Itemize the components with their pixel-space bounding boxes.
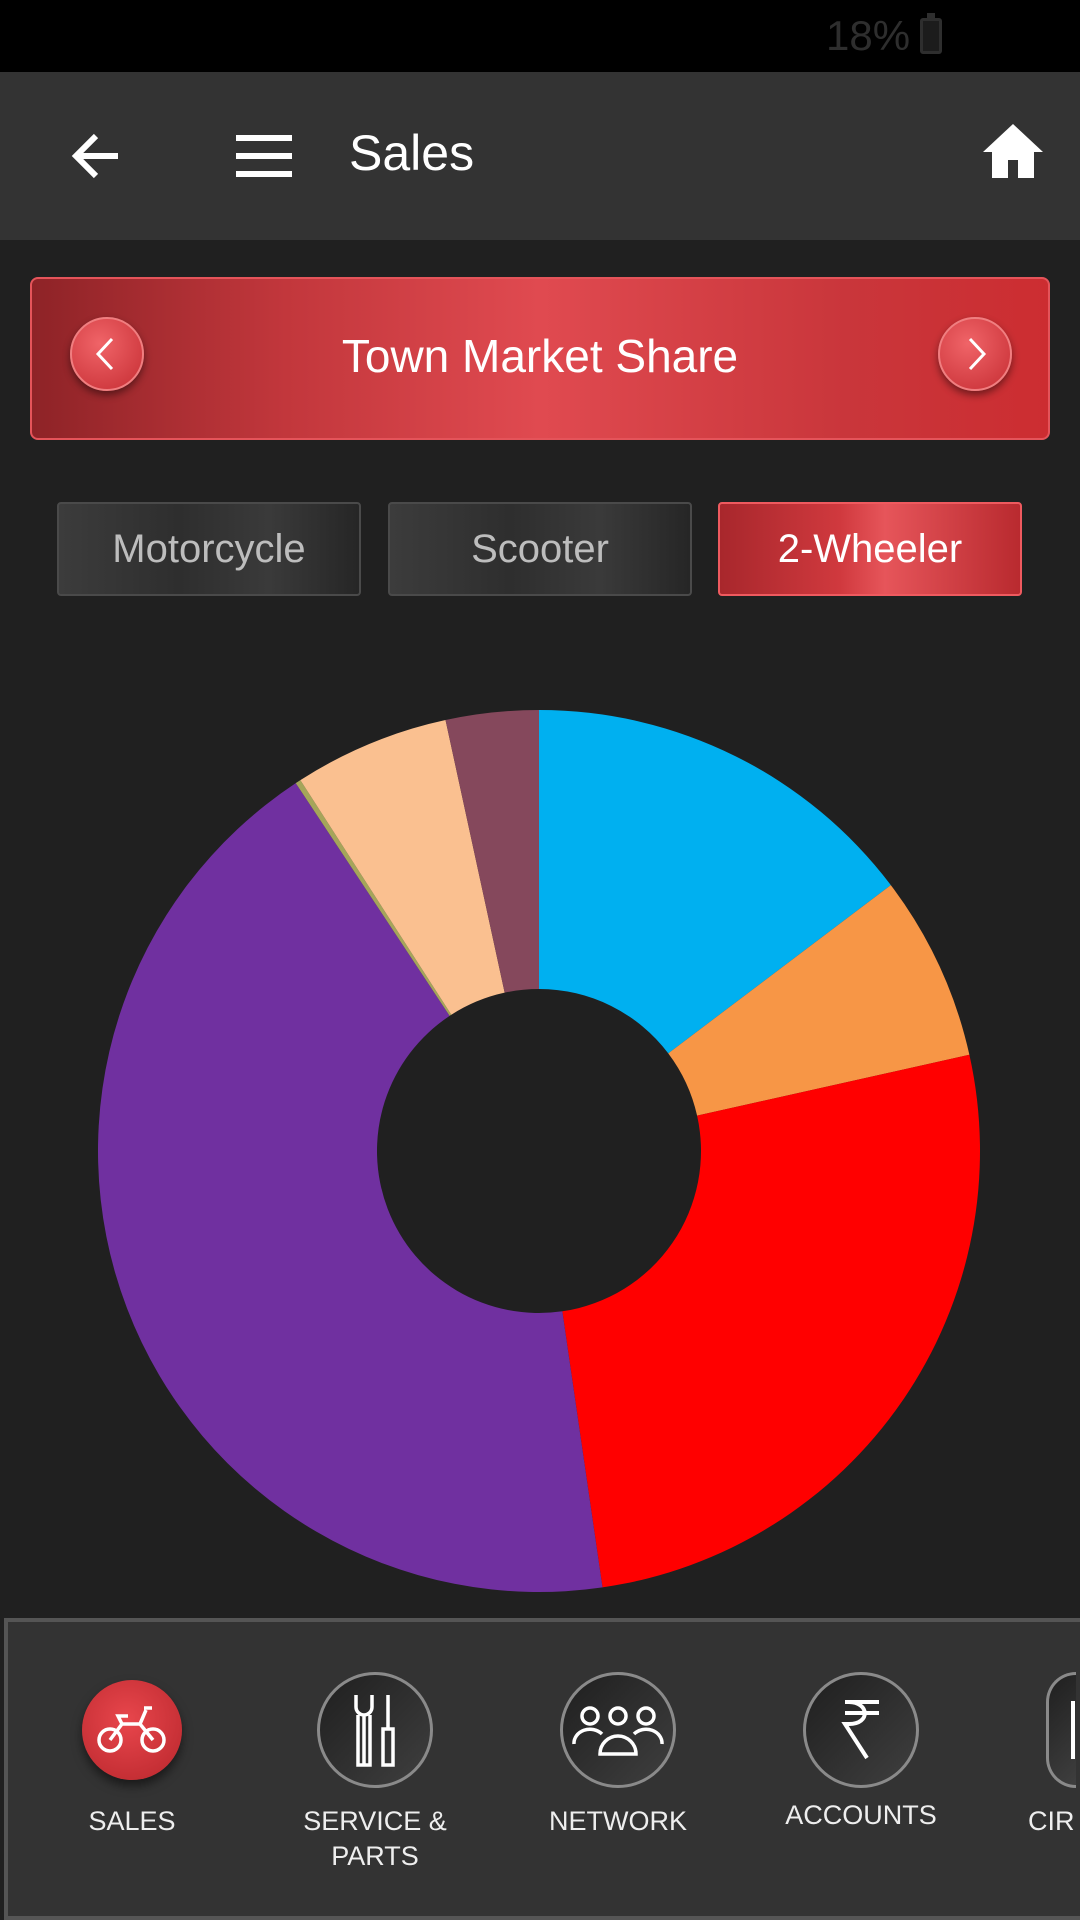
motorcycle-icon	[97, 1706, 166, 1753]
nav-service-parts[interactable]: SERVICE & PARTS	[255, 1622, 495, 1916]
rupee-icon	[841, 1700, 879, 1760]
pie-slice-2[interactable]	[562, 1054, 980, 1588]
next-report-button[interactable]	[938, 317, 1012, 391]
nav-sales[interactable]: SALES	[12, 1622, 252, 1916]
nav-circulars-circle	[1046, 1672, 1076, 1788]
tab-2-wheeler[interactable]: 2-Wheeler	[718, 502, 1022, 596]
people-group-icon	[572, 1706, 664, 1756]
nav-network-circle	[560, 1672, 676, 1788]
bottom-nav: SALES SERVICE & PARTS NETWORK ACCOUNTS C…	[4, 1618, 1080, 1920]
nav-label: SALES	[88, 1806, 176, 1836]
nav-label: ACCOUNTS	[785, 1800, 937, 1830]
nav-network[interactable]: NETWORK	[498, 1622, 738, 1916]
page-title: Sales	[349, 125, 475, 181]
nav-accounts-circle	[803, 1672, 919, 1788]
report-banner: Town Market Share	[30, 277, 1050, 440]
market-share-donut-chart	[97, 710, 980, 1592]
nav-service-circle	[317, 1672, 433, 1788]
home-icon	[983, 124, 1043, 178]
menu-button[interactable]	[236, 134, 292, 183]
nav-circulars[interactable]: CIR	[984, 1622, 1076, 1916]
battery-percentage: 18%	[826, 12, 911, 59]
nav-label: NETWORK	[549, 1806, 687, 1836]
document-icon	[1071, 1701, 1075, 1759]
nav-label: CIR	[1028, 1806, 1075, 1836]
nav-sales-circle	[82, 1680, 182, 1780]
menu-icon	[236, 135, 292, 177]
banner-title: Town Market Share	[341, 330, 739, 382]
nav-accounts[interactable]: ACCOUNTS	[741, 1622, 981, 1916]
tab-scooter[interactable]: Scooter	[388, 502, 692, 596]
tools-icon	[354, 1695, 395, 1767]
chevron-right-icon	[968, 337, 987, 371]
battery-icon	[920, 13, 942, 54]
nav-label: SERVICE & PARTS	[303, 1806, 447, 1871]
status-bar: 18%	[0, 0, 1080, 72]
tab-motorcycle[interactable]: Motorcycle	[57, 502, 361, 596]
back-arrow-icon	[71, 133, 118, 179]
back-button[interactable]	[70, 130, 122, 187]
home-button[interactable]	[982, 122, 1044, 185]
app-bar: Sales	[0, 72, 1080, 240]
